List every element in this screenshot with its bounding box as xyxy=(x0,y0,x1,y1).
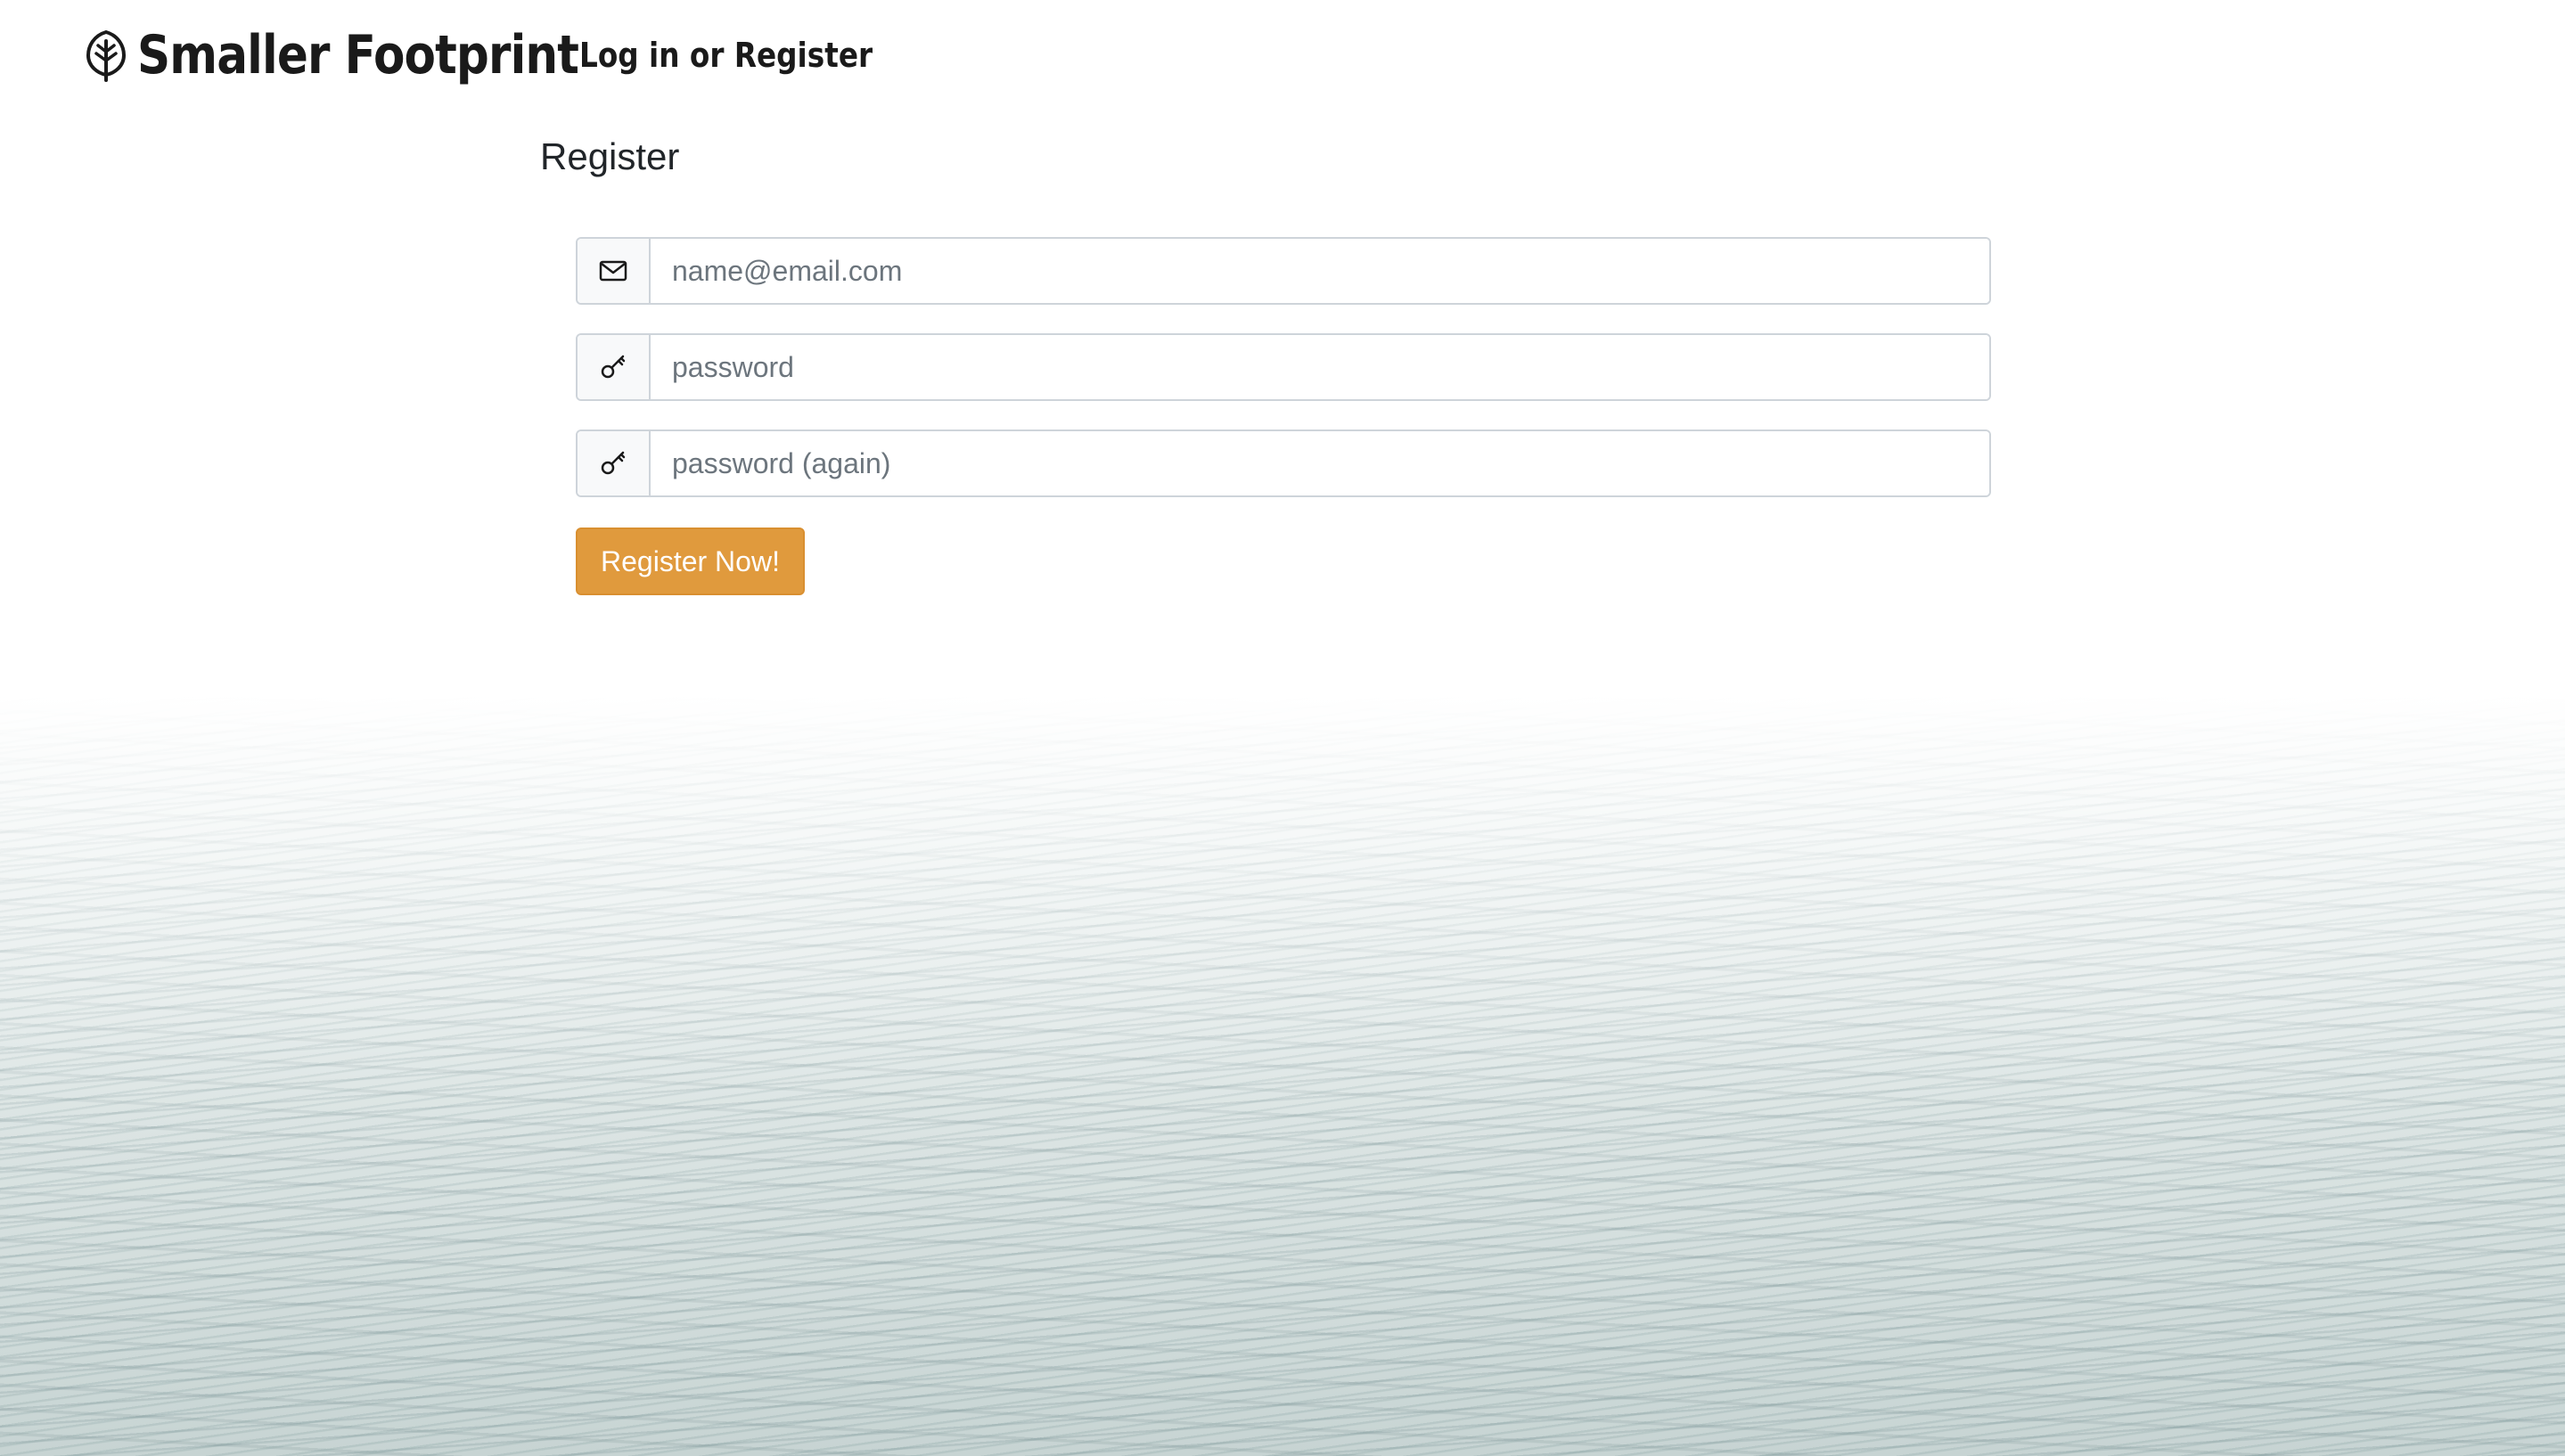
key-icon xyxy=(578,431,651,495)
key-icon xyxy=(578,335,651,399)
page-title: Register xyxy=(540,135,680,177)
email-field[interactable] xyxy=(651,239,1989,303)
sea-background xyxy=(0,0,2565,1456)
email-input-group xyxy=(576,237,1991,305)
leaf-icon xyxy=(84,28,128,83)
login-register-link[interactable]: Log in or Register xyxy=(579,30,873,80)
brand-link[interactable]: Smaller Footprint xyxy=(84,23,651,87)
envelope-icon xyxy=(578,239,651,303)
password-input-group xyxy=(576,333,1991,401)
register-now-button[interactable]: Register Now! xyxy=(576,528,805,595)
register-form: Register Now! xyxy=(576,237,1991,595)
password-again-field[interactable] xyxy=(651,431,1989,495)
site-header: Smaller Footprint Log in or Register xyxy=(0,0,2565,116)
password-field[interactable] xyxy=(651,335,1989,399)
brand-name: Smaller Footprint xyxy=(137,24,579,86)
password-again-input-group xyxy=(576,429,1991,497)
